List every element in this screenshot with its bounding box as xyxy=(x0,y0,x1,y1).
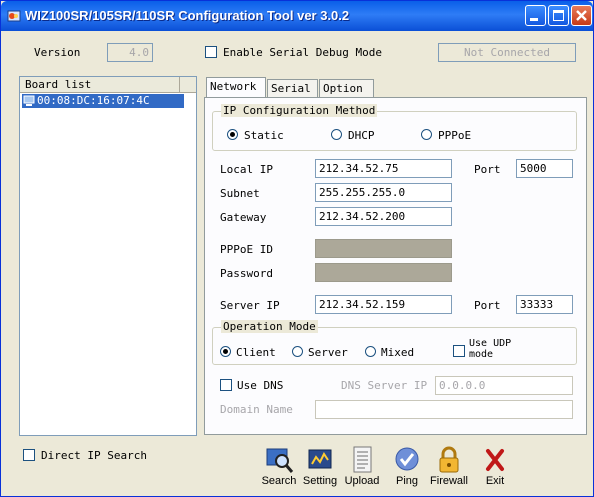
close-button[interactable] xyxy=(571,5,592,26)
maximize-icon xyxy=(553,10,564,21)
dns-server-ip-label: DNS Server IP xyxy=(341,379,428,392)
domain-name-input xyxy=(315,400,573,419)
radio-static[interactable] xyxy=(227,129,238,140)
tab-network[interactable]: Network xyxy=(206,77,266,97)
version-field: 4.0 xyxy=(107,43,153,62)
gateway-input[interactable]: 212.34.52.200 xyxy=(315,207,452,226)
firewall-button[interactable]: Firewall xyxy=(427,445,471,487)
app-icon xyxy=(7,10,21,22)
tab-serial[interactable]: Serial xyxy=(267,79,318,97)
close-icon xyxy=(576,10,587,21)
dns-server-ip-input: 0.0.0.0 xyxy=(435,376,573,395)
tab-option[interactable]: Option xyxy=(319,79,374,97)
local-ip-label: Local IP xyxy=(220,163,273,176)
board-list-header-label: Board list xyxy=(25,78,92,91)
exit-button-label: Exit xyxy=(485,475,505,487)
tab-strip: Network Serial Option xyxy=(206,77,586,99)
gateway-label: Gateway xyxy=(220,211,267,224)
setting-icon xyxy=(308,449,332,469)
radio-pppoe[interactable] xyxy=(421,129,432,140)
exit-button[interactable]: Exit xyxy=(477,445,513,487)
udp-mode-label-line1: Use UDP xyxy=(469,338,512,349)
serial-debug-label: Enable Serial Debug Mode xyxy=(223,46,382,59)
radio-mixed-label: Mixed xyxy=(381,346,415,359)
password-label: Password xyxy=(220,267,273,280)
setting-button[interactable]: Setting xyxy=(299,445,341,487)
title-bar[interactable]: WIZ100SR/105SR/110SR Configuration Tool … xyxy=(1,1,593,31)
radio-pppoe-label: PPPoE xyxy=(438,129,472,142)
use-dns-label: Use DNS xyxy=(237,379,284,392)
direct-ip-search-checkbox[interactable] xyxy=(23,449,35,461)
upload-button-label: Upload xyxy=(344,475,380,487)
ping-icon xyxy=(395,447,419,471)
minimize-button[interactable] xyxy=(525,5,546,26)
radio-server-label: Server xyxy=(308,346,348,359)
board-list[interactable]: Board list 00:08:DC:16:07:4C xyxy=(19,76,197,436)
search-icon xyxy=(266,448,294,473)
window-title: WIZ100SR/105SR/110SR Configuration Tool … xyxy=(25,8,350,23)
port-label: Port xyxy=(474,163,501,176)
direct-ip-search-label: Direct IP Search xyxy=(41,449,147,462)
search-button[interactable]: Search xyxy=(259,445,299,487)
server-ip-label: Server IP xyxy=(220,299,280,312)
radio-client-label: Client xyxy=(236,346,276,359)
subnet-input[interactable]: 255.255.255.0 xyxy=(315,183,452,202)
radio-dhcp[interactable] xyxy=(331,129,342,140)
udp-mode-label: Use UDP mode xyxy=(469,338,511,360)
radio-dhcp-label: DHCP xyxy=(348,129,375,142)
udp-mode-checkbox[interactable] xyxy=(453,345,465,357)
server-port-label: Port xyxy=(474,299,501,312)
port-input[interactable]: 5000 xyxy=(516,159,573,178)
board-list-header[interactable]: Board list xyxy=(20,77,196,93)
exit-x-icon xyxy=(486,449,504,471)
upload-button[interactable]: Upload xyxy=(341,445,383,487)
ip-config-title: IP Configuration Method xyxy=(221,104,378,117)
serial-debug-checkbox[interactable] xyxy=(205,46,217,58)
domain-name-label: Domain Name xyxy=(220,403,293,416)
firewall-button-label: Firewall xyxy=(430,475,468,487)
pppoe-id-input xyxy=(315,239,452,258)
pppoe-id-label: PPPoE ID xyxy=(220,243,273,256)
network-device-icon xyxy=(23,95,35,106)
list-item[interactable]: 00:08:DC:16:07:4C xyxy=(22,94,184,108)
use-dns-checkbox[interactable] xyxy=(220,379,232,391)
search-button-label: Search xyxy=(261,475,297,487)
app-window: WIZ100SR/105SR/110SR Configuration Tool … xyxy=(0,0,594,497)
firewall-lock-icon xyxy=(439,446,459,473)
ping-button[interactable]: Ping xyxy=(389,445,425,487)
password-input xyxy=(315,263,452,282)
radio-server[interactable] xyxy=(292,346,303,357)
version-label: Version xyxy=(34,46,81,59)
radio-client[interactable] xyxy=(220,346,231,357)
minimize-icon xyxy=(530,18,538,21)
local-ip-input[interactable]: 212.34.52.75 xyxy=(315,159,452,178)
server-ip-input[interactable]: 212.34.52.159 xyxy=(315,295,452,314)
setting-button-label: Setting xyxy=(302,475,338,487)
operation-mode-title: Operation Mode xyxy=(221,320,318,333)
udp-mode-label-line2: mode xyxy=(469,349,494,360)
radio-static-label: Static xyxy=(244,129,284,142)
ping-button-label: Ping xyxy=(395,475,419,487)
upload-icon xyxy=(353,446,372,473)
subnet-label: Subnet xyxy=(220,187,260,200)
connection-status: Not Connected xyxy=(438,43,576,62)
board-mac-address: 00:08:DC:16:07:4C xyxy=(37,94,150,107)
maximize-button[interactable] xyxy=(548,5,569,26)
radio-mixed[interactable] xyxy=(365,346,376,357)
server-port-input[interactable]: 33333 xyxy=(516,295,573,314)
